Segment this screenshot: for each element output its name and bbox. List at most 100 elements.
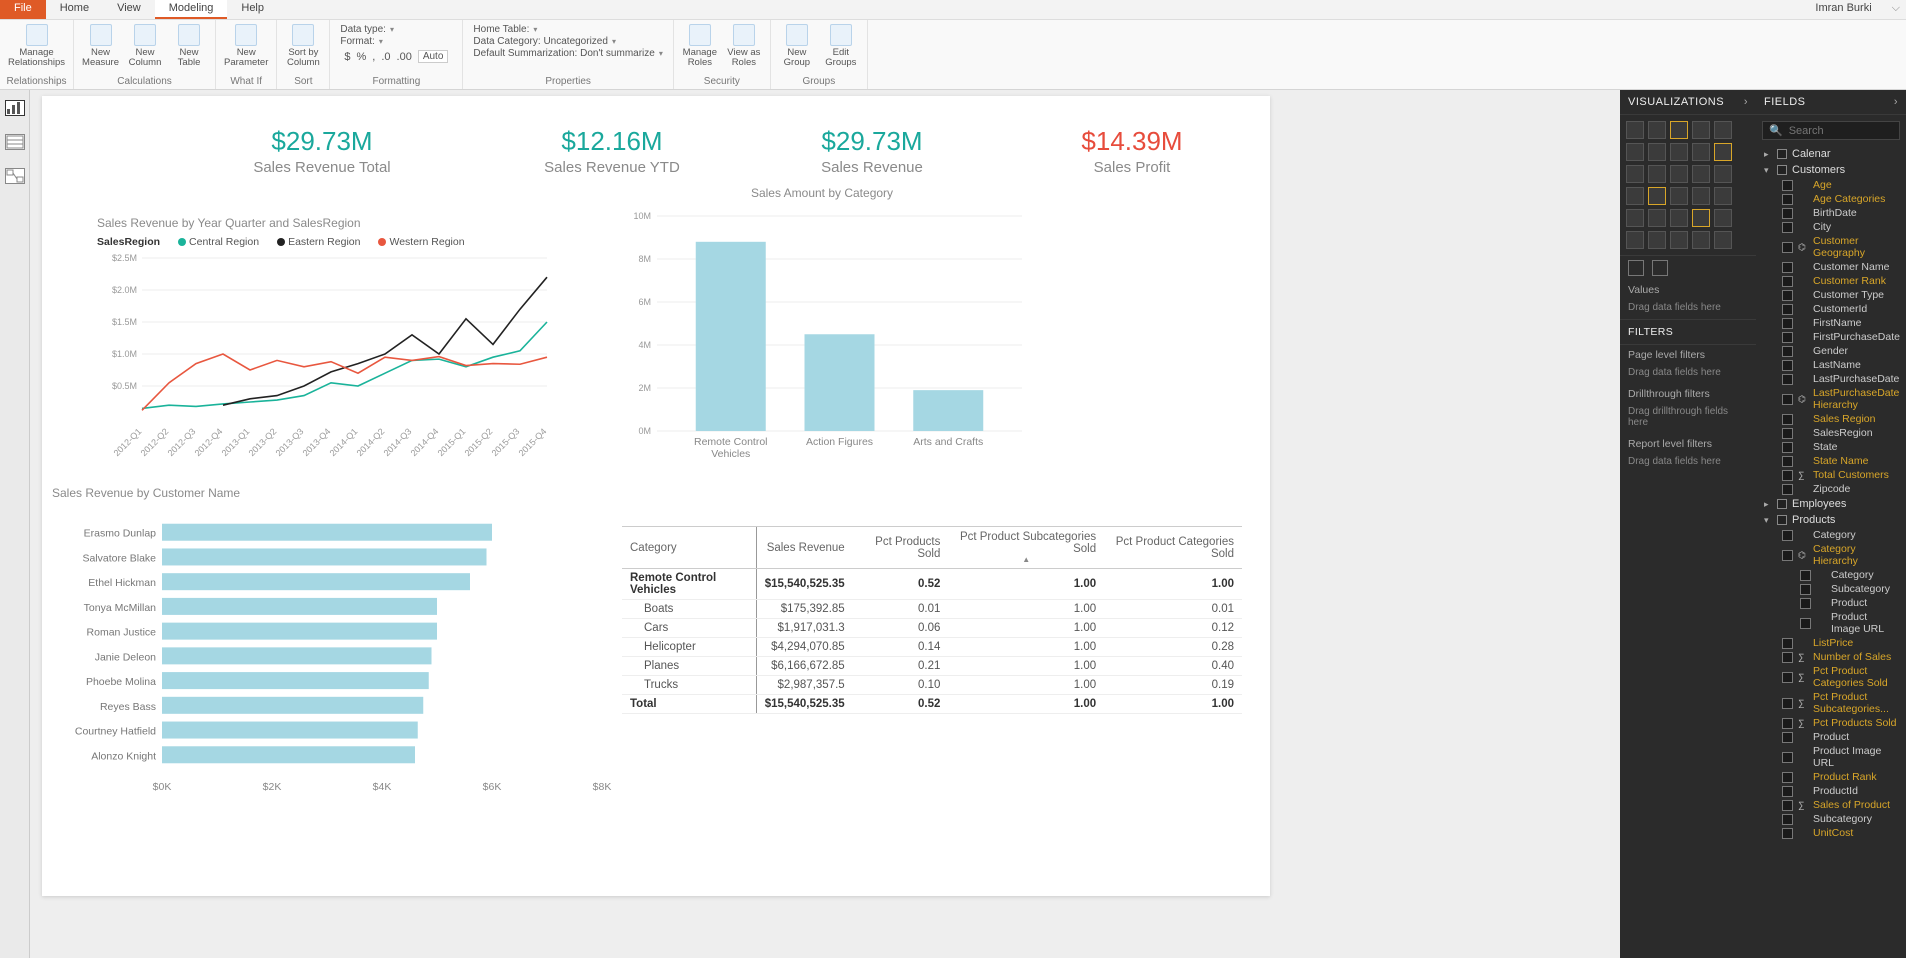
field-gender[interactable]: Gender <box>1760 344 1902 358</box>
viz-type-icon[interactable] <box>1648 165 1666 183</box>
data-view-button[interactable] <box>5 134 25 150</box>
new-table-button[interactable]: New Table <box>169 22 209 68</box>
field-category-hierarchy[interactable]: ⌬Category Hierarchy <box>1760 542 1902 568</box>
viz-type-icon[interactable] <box>1714 165 1732 183</box>
viz-type-icon[interactable] <box>1714 209 1732 227</box>
field-age[interactable]: Age <box>1760 178 1902 192</box>
viz-type-icon[interactable] <box>1714 121 1732 139</box>
chart-revenue-by-customer[interactable]: Sales Revenue by Customer Name Erasmo Du… <box>52 486 612 799</box>
viz-type-icon[interactable] <box>1626 121 1644 139</box>
viz-type-icon[interactable] <box>1626 143 1644 161</box>
field-unitcost[interactable]: UnitCost <box>1760 826 1902 840</box>
viz-type-icon[interactable] <box>1692 209 1710 227</box>
field-sales-of-product[interactable]: ∑Sales of Product <box>1760 798 1902 812</box>
search-input[interactable] <box>1789 125 1906 137</box>
field-product-image-url[interactable]: Product Image URL <box>1760 744 1902 770</box>
viz-type-icon[interactable] <box>1648 209 1666 227</box>
kpi-sales-revenue-ytd[interactable]: $12.16M Sales Revenue YTD <box>482 126 742 176</box>
viz-type-icon[interactable] <box>1626 187 1644 205</box>
field-birthdate[interactable]: BirthDate <box>1760 206 1902 220</box>
values-drop-hint[interactable]: Drag data fields here <box>1620 300 1756 319</box>
table-employees[interactable]: ▸Employees <box>1760 496 1902 512</box>
viz-type-icon[interactable] <box>1670 143 1688 161</box>
viz-type-icon[interactable] <box>1692 231 1710 249</box>
field-total-customers[interactable]: ∑Total Customers <box>1760 468 1902 482</box>
viz-type-icon[interactable] <box>1626 209 1644 227</box>
field-customerid[interactable]: CustomerId <box>1760 302 1902 316</box>
page-filters-drop[interactable]: Drag data fields here <box>1620 365 1756 384</box>
tab-view[interactable]: View <box>103 0 155 19</box>
increase-decimals-icon[interactable]: .00 <box>397 51 412 63</box>
field-firstpurchasedate[interactable]: FirstPurchaseDate <box>1760 330 1902 344</box>
decimals-auto[interactable]: Auto <box>418 50 449 63</box>
field-lastpurchasedate-hierarchy[interactable]: ⌬LastPurchaseDate Hierarchy <box>1760 386 1902 412</box>
manage-roles-button[interactable]: Manage Roles <box>680 22 720 68</box>
viz-type-icon[interactable] <box>1626 165 1644 183</box>
viz-type-icon[interactable] <box>1692 143 1710 161</box>
sort-by-column-button[interactable]: Sort by Column <box>283 22 323 68</box>
field-zipcode[interactable]: Zipcode <box>1760 482 1902 496</box>
manage-relationships-button[interactable]: Manage Relationships <box>6 22 67 68</box>
field-subcategory[interactable]: Subcategory <box>1760 812 1902 826</box>
viz-type-icon[interactable] <box>1670 165 1688 183</box>
field-state[interactable]: State <box>1760 440 1902 454</box>
kpi-sales-profit[interactable]: $14.39M Sales Profit <box>1002 126 1262 176</box>
field-category[interactable]: Category <box>1760 528 1902 542</box>
field-lastname[interactable]: LastName <box>1760 358 1902 372</box>
viz-type-icon[interactable] <box>1714 143 1732 161</box>
viz-type-icon[interactable] <box>1692 121 1710 139</box>
field-salesregion[interactable]: SalesRegion <box>1760 426 1902 440</box>
summarization-dropdown[interactable]: Default Summarization: Don't summarize <box>473 48 662 59</box>
field-listprice[interactable]: ListPrice <box>1760 636 1902 650</box>
kpi-sales-revenue[interactable]: $29.73M Sales Revenue <box>742 126 1002 176</box>
field-customer-name[interactable]: Customer Name <box>1760 260 1902 274</box>
fields-search[interactable]: 🔍 <box>1762 121 1900 140</box>
field-customer-rank[interactable]: Customer Rank <box>1760 274 1902 288</box>
viz-type-icon[interactable] <box>1648 187 1666 205</box>
field-pct-products-sold[interactable]: ∑Pct Products Sold <box>1760 716 1902 730</box>
viz-type-icon[interactable] <box>1714 187 1732 205</box>
field-lastpurchasedate[interactable]: LastPurchaseDate <box>1760 372 1902 386</box>
field-pct-product-categories-sold[interactable]: ∑Pct Product Categories Sold <box>1760 664 1902 690</box>
user-label[interactable]: Imran Burki <box>1801 0 1885 19</box>
field-age-categories[interactable]: Age Categories <box>1760 192 1902 206</box>
table-calenar[interactable]: ▸Calenar <box>1760 146 1902 162</box>
viz-type-icon[interactable] <box>1670 231 1688 249</box>
viz-type-icon[interactable] <box>1648 121 1666 139</box>
format-tab-icon[interactable] <box>1652 260 1668 276</box>
file-menu[interactable]: File <box>0 0 46 19</box>
tab-home[interactable]: Home <box>46 0 103 19</box>
field-product[interactable]: Product <box>1760 596 1902 610</box>
viz-type-icon[interactable] <box>1648 231 1666 249</box>
field-customer-geography[interactable]: ⌬Customer Geography <box>1760 234 1902 260</box>
field-sales-region[interactable]: Sales Region <box>1760 412 1902 426</box>
report-filters-drop[interactable]: Drag data fields here <box>1620 454 1756 473</box>
edit-groups-button[interactable]: Edit Groups <box>821 22 861 68</box>
field-product[interactable]: Product <box>1760 730 1902 744</box>
view-as-roles-button[interactable]: View as Roles <box>724 22 764 68</box>
home-table-dropdown[interactable]: Home Table: <box>473 24 662 35</box>
matrix-category-table[interactable]: CategorySales RevenuePct Products SoldPc… <box>622 526 1242 714</box>
tab-modeling[interactable]: Modeling <box>155 0 228 19</box>
field-productid[interactable]: ProductId <box>1760 784 1902 798</box>
ribbon-collapse-icon[interactable]: ⌵ <box>1886 0 1906 19</box>
collapse-pane-icon[interactable]: › <box>1744 96 1748 108</box>
table-customers[interactable]: ▾Customers <box>1760 162 1902 178</box>
thousands-button[interactable]: , <box>372 51 375 63</box>
model-view-button[interactable] <box>5 168 25 184</box>
collapse-fields-icon[interactable]: › <box>1894 96 1898 108</box>
kpi-sales-revenue-total[interactable]: $29.73M Sales Revenue Total <box>192 126 452 176</box>
field-subcategory[interactable]: Subcategory <box>1760 582 1902 596</box>
currency-button[interactable]: $ <box>344 51 350 63</box>
field-product-image-url[interactable]: Product Image URL <box>1760 610 1902 636</box>
field-state-name[interactable]: State Name <box>1760 454 1902 468</box>
new-group-button[interactable]: New Group <box>777 22 817 68</box>
chart-sales-by-category[interactable]: Sales Amount by Category 0M2M4M6M8M10MRe… <box>612 186 1032 479</box>
new-column-button[interactable]: New Column <box>125 22 165 68</box>
field-pct-product-subcategories...[interactable]: ∑Pct Product Subcategories... <box>1760 690 1902 716</box>
viz-type-icon[interactable] <box>1670 121 1688 139</box>
viz-type-icon[interactable] <box>1692 187 1710 205</box>
new-measure-button[interactable]: New Measure <box>80 22 121 68</box>
percent-button[interactable]: % <box>357 51 367 63</box>
field-firstname[interactable]: FirstName <box>1760 316 1902 330</box>
